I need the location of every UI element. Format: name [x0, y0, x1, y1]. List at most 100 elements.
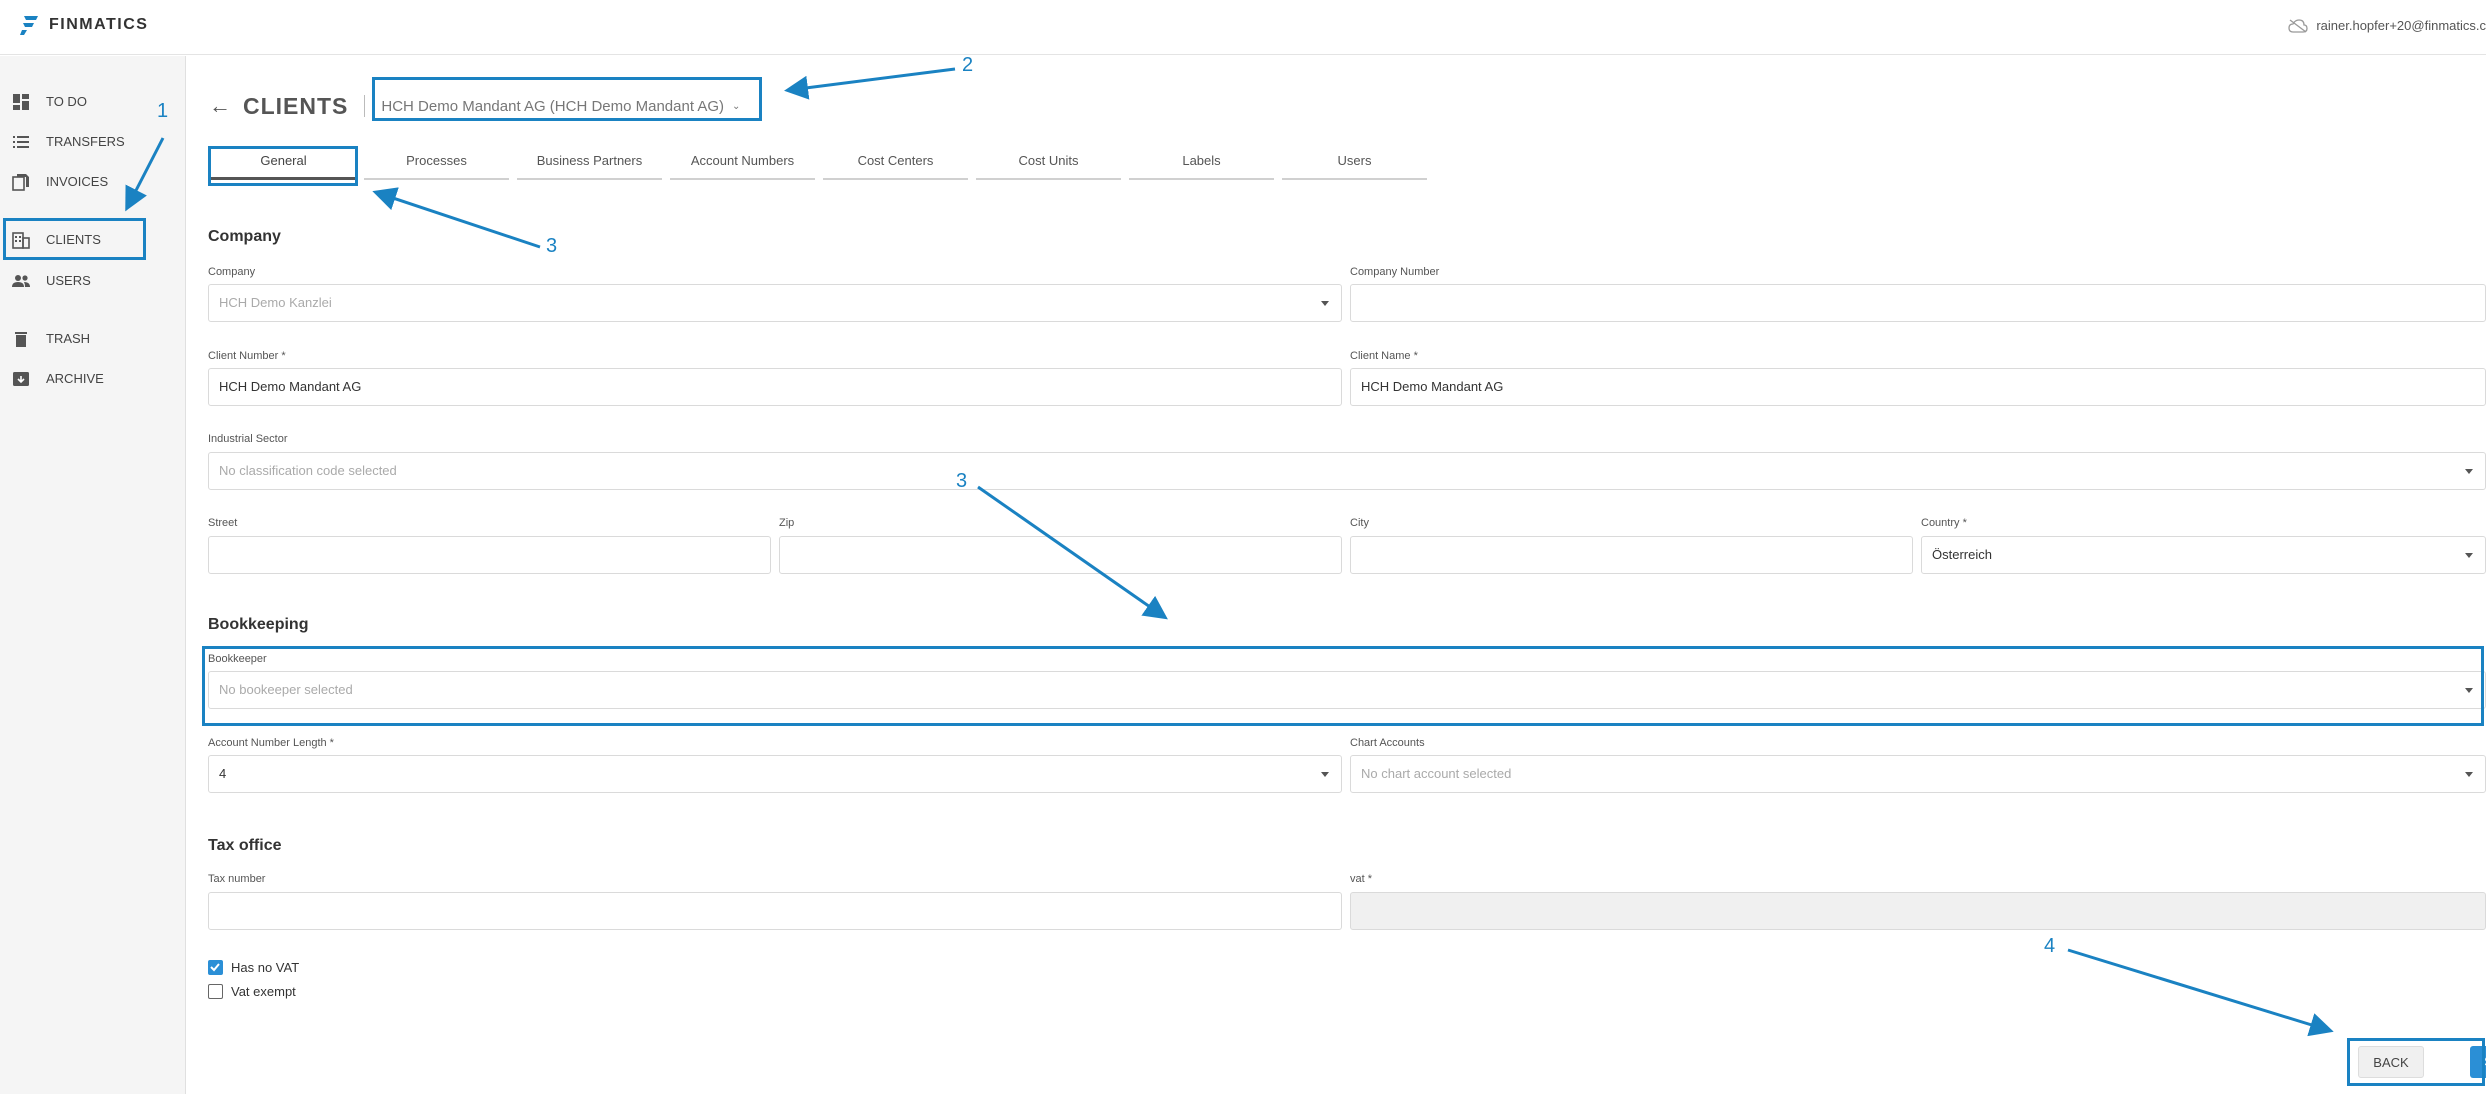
company-number-label: Company Number	[1350, 266, 1440, 278]
chevron-down-icon: ⌄	[732, 100, 741, 112]
annotation-number-1: 1	[157, 100, 169, 122]
sidebar-item-label: TRANSFERS	[46, 133, 125, 149]
sidebar-item-trash[interactable]: TRASH	[0, 323, 186, 353]
vat-exempt-checkbox[interactable]: Vat exempt	[208, 984, 296, 999]
account-number-length-label: Account Number Length *	[208, 737, 334, 749]
industrial-sector-label: Industrial Sector	[208, 433, 288, 445]
caret-down-icon	[2465, 553, 2473, 558]
annotation-number-4: 4	[2044, 935, 2056, 957]
tab-cost-units[interactable]: Cost Units	[976, 148, 1121, 180]
vat-input[interactable]	[1350, 892, 2486, 930]
page-header: ← CLIENTS HCH Demo Mandant AG (HCH Demo …	[209, 86, 740, 126]
clients-icon	[12, 232, 30, 249]
finmatics-logo[interactable]: FINMATICS	[18, 14, 148, 36]
save-button[interactable]: SAVE	[2470, 1046, 2486, 1078]
annotation-number-3b: 3	[956, 470, 968, 492]
zip-input[interactable]	[779, 536, 1342, 574]
city-input[interactable]	[1350, 536, 1913, 574]
client-number-label: Client Number *	[208, 350, 286, 362]
dashboard-icon	[13, 94, 29, 110]
check-icon	[210, 963, 220, 972]
chart-accounts-placeholder: No chart account selected	[1361, 766, 1512, 781]
finmatics-logo-icon	[20, 16, 38, 35]
chart-accounts-select[interactable]: No chart account selected	[1350, 755, 2486, 793]
sidebar-item-label: USERS	[46, 272, 91, 288]
has-no-vat-checkbox[interactable]: Has no VAT	[208, 960, 299, 975]
street-input[interactable]	[208, 536, 771, 574]
cloud-off-icon	[2288, 18, 2308, 33]
client-number-input[interactable]: HCH Demo Mandant AG	[208, 368, 1342, 406]
sidebar-item-invoices[interactable]: INVOICES	[0, 166, 186, 196]
country-value: Österreich	[1932, 547, 1992, 562]
company-value: HCH Demo Kanzlei	[219, 295, 332, 310]
annotation-number-3a: 3	[546, 235, 558, 257]
company-label: Company	[208, 266, 256, 278]
vat-label: vat *	[1350, 873, 1373, 885]
client-selector[interactable]: HCH Demo Mandant AG (HCH Demo Mandant AG…	[381, 98, 740, 115]
header-divider	[364, 95, 366, 117]
industrial-sector-select[interactable]: No classification code selected	[208, 452, 2486, 490]
city-label: City	[1350, 517, 1369, 529]
bookkeeper-select[interactable]: No bookeeper selected	[208, 671, 2486, 709]
sidebar-item-transfers[interactable]: TRANSFERS	[0, 126, 186, 156]
caret-down-icon	[2465, 772, 2473, 777]
caret-down-icon	[2465, 688, 2473, 693]
annotation-number-2: 2	[962, 54, 974, 76]
archive-icon	[13, 372, 29, 386]
user-menu[interactable]: rainer.hopfer+20@finmatics.c	[2288, 18, 2486, 33]
trash-icon	[15, 332, 27, 347]
tab-account-numbers[interactable]: Account Numbers	[670, 148, 815, 180]
chart-accounts-label: Chart Accounts	[1350, 737, 1425, 749]
list-icon	[13, 136, 29, 148]
tab-users[interactable]: Users	[1282, 148, 1427, 180]
account-number-length-select[interactable]: 4	[208, 755, 1342, 793]
sidebar-item-label: TRASH	[46, 330, 91, 346]
sidebar-item-label: TO DO	[46, 93, 87, 109]
bookkeeper-placeholder: No bookeeper selected	[219, 682, 353, 697]
country-label: Country *	[1921, 517, 1967, 529]
checkbox-unchecked[interactable]	[208, 984, 223, 999]
industrial-sector-placeholder: No classification code selected	[219, 463, 397, 478]
caret-down-icon	[2465, 469, 2473, 474]
sidebar-item-users[interactable]: USERS	[0, 265, 186, 295]
has-no-vat-label: Has no VAT	[231, 960, 300, 975]
company-number-input[interactable]	[1350, 284, 2486, 322]
sidebar: TO DO TRANSFERS INVOICES CLIENTS USERS T…	[0, 56, 186, 1094]
company-select[interactable]: HCH Demo Kanzlei	[208, 284, 1342, 322]
tax-number-label: Tax number	[208, 873, 266, 885]
back-arrow-icon[interactable]: ←	[209, 93, 231, 119]
top-bar: FINMATICS rainer.hopfer+20@finmatics.c	[0, 0, 2486, 55]
tax-number-input[interactable]	[208, 892, 1342, 930]
main-content: ← CLIENTS HCH Demo Mandant AG (HCH Demo …	[187, 56, 2486, 1094]
bookkeeping-section-title: Bookkeeping	[208, 616, 309, 633]
client-name-label: Client Name *	[1350, 350, 1418, 362]
user-email: rainer.hopfer+20@finmatics.c	[2316, 18, 2486, 33]
page-title: CLIENTS	[243, 92, 349, 119]
client-name-input[interactable]: HCH Demo Mandant AG	[1350, 368, 2486, 406]
invoices-icon	[12, 174, 29, 191]
client-selector-value: HCH Demo Mandant AG (HCH Demo Mandant AG…	[381, 97, 725, 115]
street-label: Street	[208, 517, 238, 529]
sidebar-item-archive[interactable]: ARCHIVE	[0, 363, 186, 393]
users-icon	[12, 275, 30, 287]
tab-labels[interactable]: Labels	[1129, 148, 1274, 180]
back-button[interactable]: BACK	[2358, 1046, 2424, 1078]
zip-label: Zip	[779, 517, 795, 529]
company-section-title: Company	[208, 228, 281, 245]
caret-down-icon	[1321, 301, 1329, 306]
account-number-length-value: 4	[219, 766, 227, 781]
tab-processes[interactable]: Processes	[364, 148, 509, 180]
sidebar-item-label: INVOICES	[46, 173, 109, 189]
sidebar-item-label: ARCHIVE	[46, 370, 104, 386]
tab-cost-centers[interactable]: Cost Centers	[823, 148, 968, 180]
vat-exempt-label: Vat exempt	[231, 984, 296, 999]
bookkeeper-label: Bookkeeper	[208, 653, 267, 665]
tab-general[interactable]: General	[211, 148, 356, 180]
caret-down-icon	[1321, 772, 1329, 777]
tax-office-section-title: Tax office	[208, 837, 282, 854]
sidebar-item-label: CLIENTS	[46, 231, 101, 247]
tab-business-partners[interactable]: Business Partners	[517, 148, 662, 180]
sidebar-item-clients[interactable]: CLIENTS	[0, 224, 186, 254]
country-select[interactable]: Österreich	[1921, 536, 2486, 574]
checkbox-checked[interactable]	[208, 960, 223, 975]
